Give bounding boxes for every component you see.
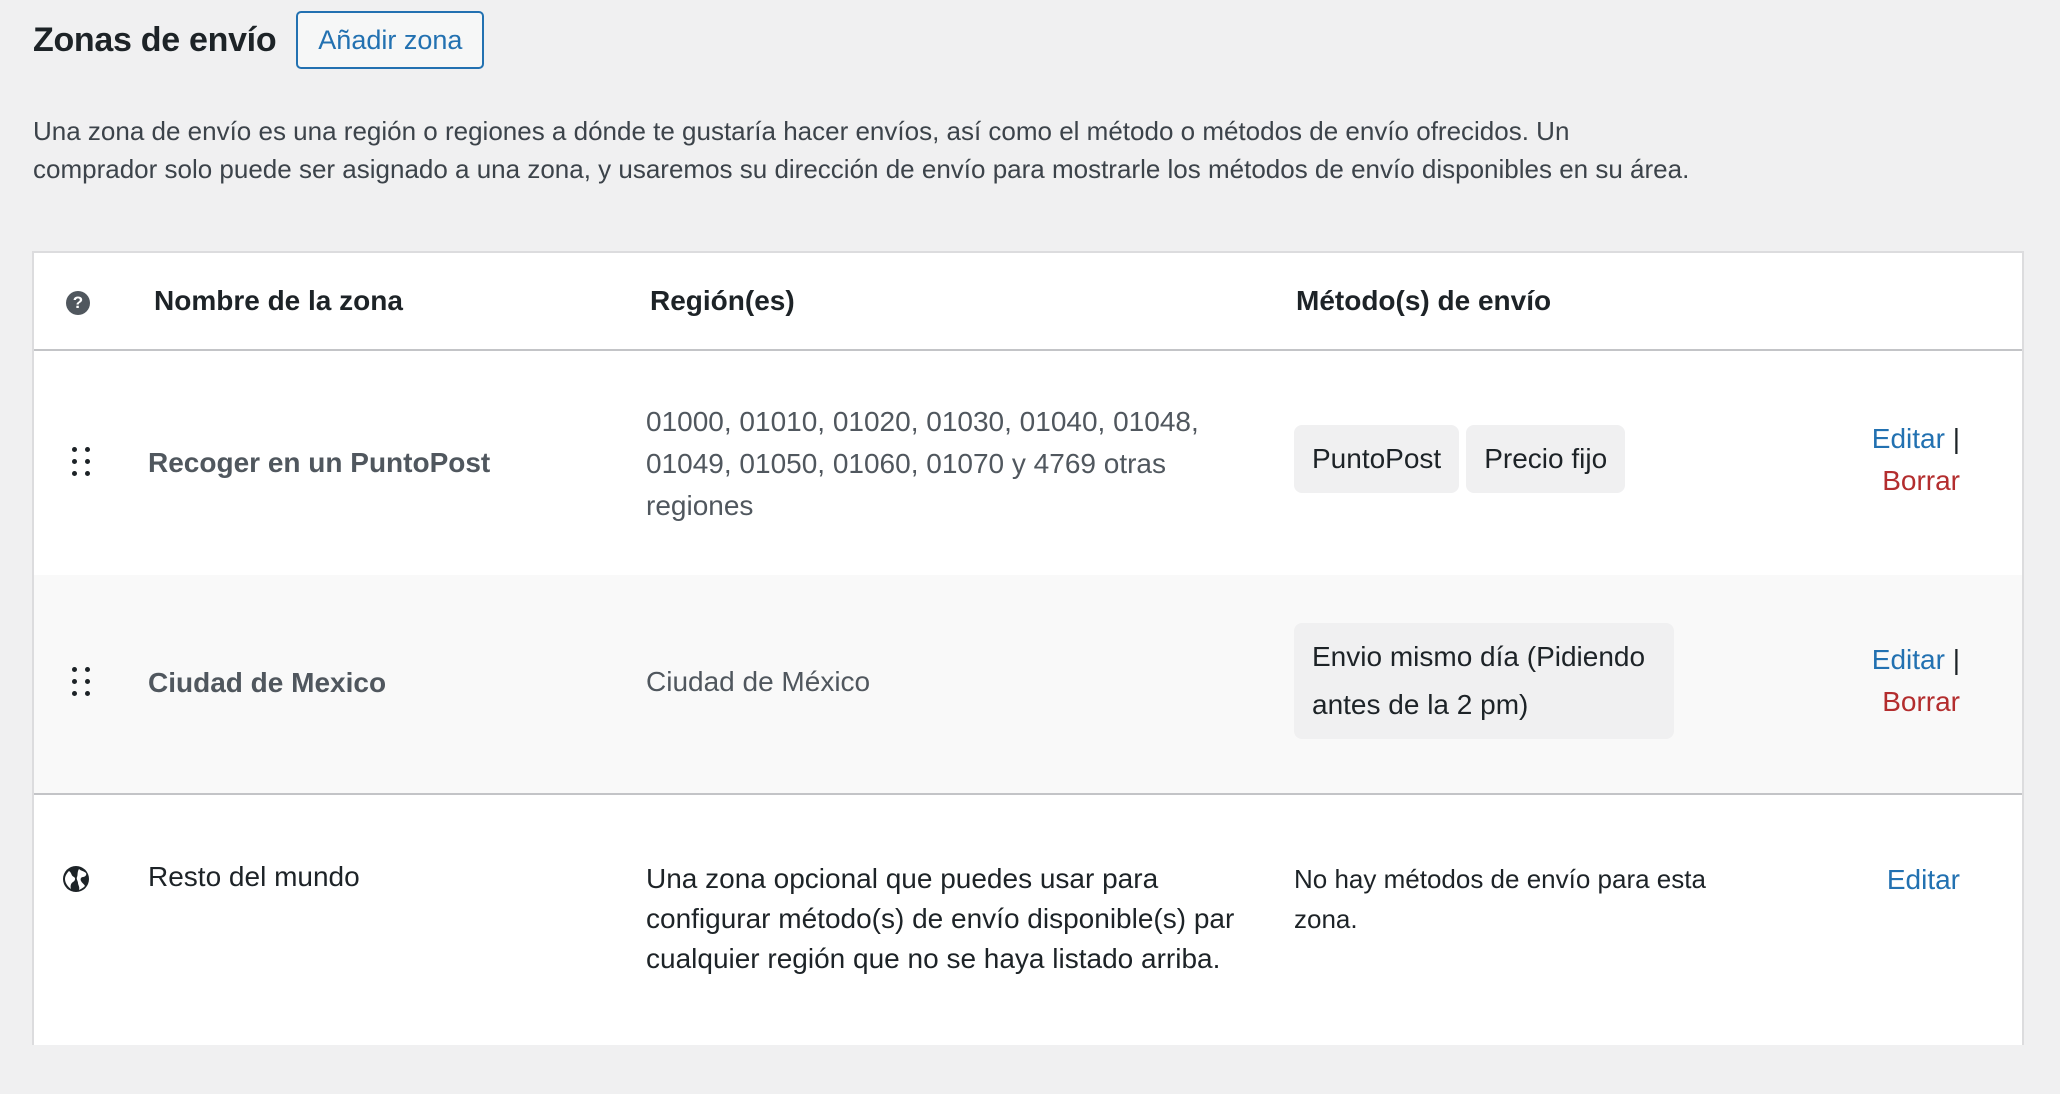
zone-regions: 01000, 01010, 01020, 01030, 01040, 01048… <box>646 406 1199 521</box>
row-actions: Editar | Borrar <box>1872 639 1960 723</box>
row-actions: Editar | Borrar <box>1872 418 1960 502</box>
action-separator: | <box>1952 423 1960 454</box>
column-zone-name: Nombre de la zona <box>154 285 403 316</box>
shipping-methods: Envio mismo día (Pidiendo antes de la 2 … <box>1294 623 1674 739</box>
page-title: Zonas de envío <box>33 20 277 59</box>
globe-icon <box>63 866 89 892</box>
shipping-methods: PuntoPost Precio fijo <box>1294 425 1626 493</box>
no-methods-text: No hay métodos de envío para esta zona. <box>1294 864 1706 934</box>
edit-link[interactable]: Editar <box>1872 423 1945 454</box>
table-row-rest-of-world: Resto del mundo Una zona opcional que pu… <box>34 795 2022 1045</box>
add-zone-button[interactable]: Añadir zona <box>296 11 485 69</box>
zone-name: Ciudad de Mexico <box>148 667 387 698</box>
zone-regions: Una zona opcional que puedes usar para c… <box>646 863 1235 974</box>
shipping-zones-page: Zonas de envío Añadir zona Una zona de e… <box>0 0 2060 1094</box>
drag-handle-icon[interactable] <box>72 447 90 477</box>
drag-handle-icon[interactable] <box>72 667 90 697</box>
shipping-zones-table: ? Nombre de la zona Región(es) Método(s)… <box>32 251 2024 1045</box>
method-pill[interactable]: Envio mismo día (Pidiendo antes de la 2 … <box>1294 623 1674 739</box>
delete-link[interactable]: Borrar <box>1882 686 1960 717</box>
row-actions: Editar <box>1887 859 1960 901</box>
method-pill[interactable]: Precio fijo <box>1466 425 1626 493</box>
zone-name: Resto del mundo <box>148 861 360 892</box>
heading-row: Zonas de envío Añadir zona <box>33 11 485 69</box>
table-row: Ciudad de Mexico Ciudad de México Envio … <box>34 575 2022 795</box>
table-header: ? Nombre de la zona Región(es) Método(s)… <box>34 253 2022 351</box>
help-icon[interactable]: ? <box>66 291 90 315</box>
action-separator: | <box>1952 644 1960 675</box>
page-description: Una zona de envío es una región o region… <box>33 116 1690 184</box>
column-methods: Método(s) de envío <box>1296 285 1552 316</box>
table-row: Recoger en un PuntoPost 01000, 01010, 01… <box>34 351 2022 575</box>
column-regions: Región(es) <box>650 285 795 316</box>
delete-link[interactable]: Borrar <box>1882 465 1960 496</box>
zone-regions: Ciudad de México <box>646 666 871 697</box>
edit-link[interactable]: Editar <box>1872 644 1945 675</box>
edit-link[interactable]: Editar <box>1887 864 1960 895</box>
method-pill[interactable]: PuntoPost <box>1294 425 1460 493</box>
zone-name: Recoger en un PuntoPost <box>148 447 491 478</box>
